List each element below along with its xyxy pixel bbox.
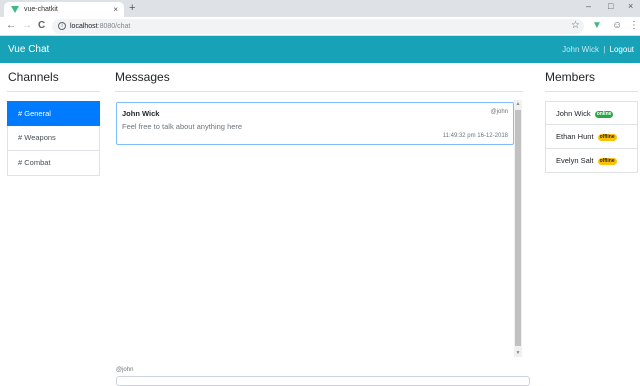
member-name: Evelyn Salt xyxy=(556,156,594,165)
info-icon[interactable]: i xyxy=(58,22,66,30)
app-navbar: Vue Chat John Wick | Logout xyxy=(0,36,640,63)
reload-button[interactable]: C xyxy=(38,19,45,33)
browser-tab[interactable]: vue-chatkit × xyxy=(4,2,124,17)
address-bar[interactable]: i localhost:8080/chat xyxy=(52,19,584,34)
member-name: Ethan Hunt xyxy=(556,132,594,141)
member-name: John Wick xyxy=(556,109,591,118)
members-heading: Members xyxy=(545,70,596,84)
messages-divider xyxy=(115,91,523,92)
message-author: John Wick xyxy=(122,109,160,118)
messages-heading: Messages xyxy=(115,70,170,84)
member-item: John Wick online xyxy=(545,101,638,125)
brand-title[interactable]: Vue Chat xyxy=(8,36,49,63)
maximize-button[interactable]: □ xyxy=(608,0,613,12)
status-badge: online xyxy=(594,110,614,118)
url-path: :8080/chat xyxy=(97,23,131,30)
navbar-separator: | xyxy=(603,45,606,54)
browser-menu-icon[interactable]: ⋮ xyxy=(629,19,639,33)
message-list-scrollbar[interactable]: ▲ ▼ xyxy=(514,100,522,357)
minimize-button[interactable]: – xyxy=(586,0,591,12)
member-list: John Wick online Ethan Hunt offline Evel… xyxy=(545,101,638,173)
scroll-up-arrow-icon[interactable]: ▲ xyxy=(514,101,522,107)
current-user-name: John Wick xyxy=(562,45,599,54)
channel-item-weapons[interactable]: # Weapons xyxy=(7,126,100,151)
tab-title: vue-chatkit xyxy=(24,6,58,13)
browser-toolbar: ← → C i localhost:8080/chat xyxy=(0,17,640,36)
navbar-user-area: John Wick | Logout xyxy=(562,36,634,63)
message-item: John Wick @john Feel free to talk about … xyxy=(116,102,514,145)
members-divider xyxy=(545,91,638,92)
channel-list: # General # Weapons # Combat xyxy=(7,101,100,176)
message-text: Feel free to talk about anything here xyxy=(122,122,243,131)
status-badge: offline xyxy=(597,157,617,165)
member-item: Evelyn Salt offline xyxy=(545,149,638,173)
back-button[interactable]: ← xyxy=(6,19,16,33)
new-tab-button[interactable]: + xyxy=(129,1,135,15)
vue-devtools-extension-icon[interactable]: ▼ xyxy=(592,19,602,33)
message-timestamp: 11:49:32 pm 16-12-2018 xyxy=(442,133,508,139)
scrollbar-thumb[interactable] xyxy=(515,110,521,346)
url-host: localhost xyxy=(70,23,98,30)
message-handle: @john xyxy=(490,109,508,115)
composer-user-label: @john xyxy=(116,367,134,373)
tab-close-icon[interactable]: × xyxy=(113,2,118,17)
vue-favicon-icon xyxy=(11,6,19,13)
logout-link[interactable]: Logout xyxy=(610,45,634,54)
account-icon[interactable]: ☺ xyxy=(612,19,622,33)
member-item: Ethan Hunt offline xyxy=(545,125,638,149)
browser-tab-strip: vue-chatkit × + – □ × xyxy=(0,0,640,17)
channels-heading: Channels xyxy=(8,70,59,84)
window-close-button[interactable]: × xyxy=(628,0,633,12)
forward-button[interactable]: → xyxy=(22,19,32,33)
scroll-down-arrow-icon[interactable]: ▼ xyxy=(514,350,522,356)
channel-item-general[interactable]: # General xyxy=(7,101,100,126)
message-input[interactable] xyxy=(116,376,530,386)
status-badge: offline xyxy=(597,133,617,141)
bookmark-star-icon[interactable]: ☆ xyxy=(571,19,580,33)
channels-divider xyxy=(7,91,100,92)
channel-item-combat[interactable]: # Combat xyxy=(7,151,100,176)
